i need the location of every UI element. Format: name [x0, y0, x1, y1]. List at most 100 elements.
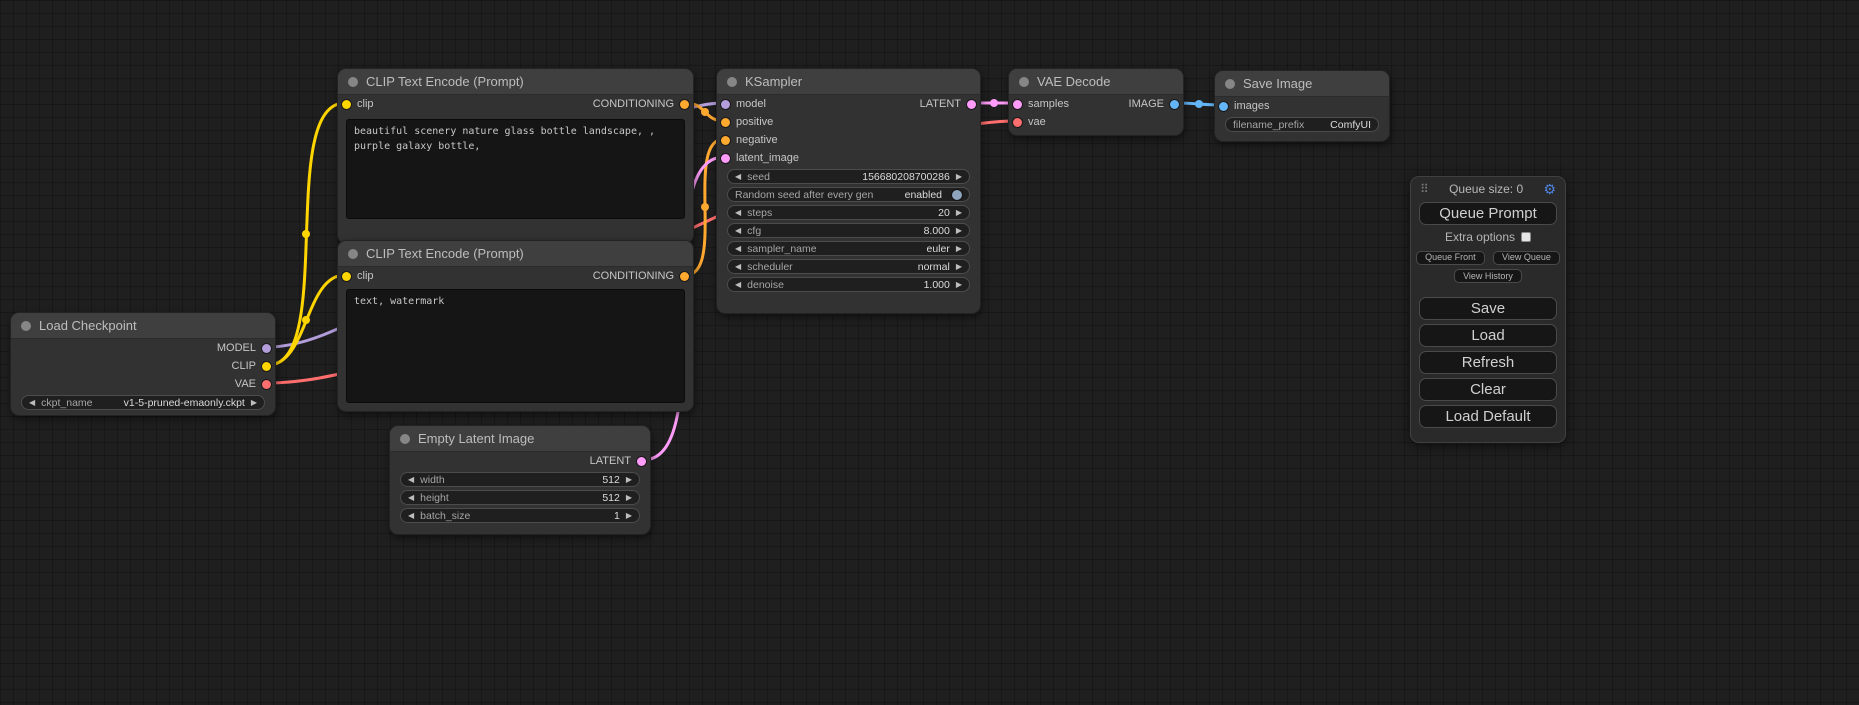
input-port-model[interactable]: model [721, 98, 766, 110]
prompt-textarea[interactable]: text, watermark [346, 289, 685, 403]
widget-batch-size[interactable]: ◀ batch_size 1 ▶ [400, 508, 640, 523]
output-port-clip[interactable]: CLIP [232, 360, 271, 372]
output-port-vae[interactable]: VAE [235, 378, 271, 390]
node-title-bar[interactable]: Save Image [1215, 71, 1389, 97]
port-dot[interactable] [1219, 102, 1228, 111]
port-dot[interactable] [721, 154, 730, 163]
view-queue-button[interactable]: View Queue [1493, 251, 1560, 265]
port-dot[interactable] [721, 100, 730, 109]
node-vae-decode[interactable]: VAE Decode samples IMAGE vae [1008, 68, 1184, 136]
right-arrow-icon[interactable]: ▶ [956, 227, 962, 235]
port-dot[interactable] [721, 136, 730, 145]
right-arrow-icon[interactable]: ▶ [626, 512, 632, 520]
node-title-bar[interactable]: VAE Decode [1009, 69, 1183, 95]
collapse-dot-icon[interactable] [348, 249, 358, 259]
output-port-image[interactable]: IMAGE [1129, 98, 1179, 110]
port-dot[interactable] [1013, 100, 1022, 109]
queue-prompt-button[interactable]: Queue Prompt [1419, 202, 1557, 225]
input-port-clip[interactable]: clip [342, 270, 374, 282]
port-dot[interactable] [721, 118, 730, 127]
right-arrow-icon[interactable]: ▶ [956, 263, 962, 271]
left-arrow-icon[interactable]: ◀ [408, 494, 414, 502]
widget-seed[interactable]: ◀ seed 156680208700286 ▶ [727, 169, 970, 184]
left-arrow-icon[interactable]: ◀ [735, 263, 741, 271]
port-dot[interactable] [1170, 100, 1179, 109]
right-arrow-icon[interactable]: ▶ [956, 209, 962, 217]
node-title-bar[interactable]: CLIP Text Encode (Prompt) [338, 69, 693, 95]
right-arrow-icon[interactable]: ▶ [626, 494, 632, 502]
node-title-bar[interactable]: CLIP Text Encode (Prompt) [338, 241, 693, 267]
link-midpoint-dot[interactable] [701, 108, 709, 116]
node-title-bar[interactable]: KSampler [717, 69, 980, 95]
left-arrow-icon[interactable]: ◀ [408, 512, 414, 520]
link-midpoint-dot[interactable] [990, 99, 998, 107]
link-midpoint-dot[interactable] [701, 203, 709, 211]
refresh-button[interactable]: Refresh [1419, 351, 1557, 374]
collapse-dot-icon[interactable] [1225, 79, 1235, 89]
widget-filename-prefix[interactable]: filename_prefix ComfyUI [1225, 117, 1379, 132]
drag-handle-icon[interactable]: ⠿ [1420, 182, 1429, 196]
right-arrow-icon[interactable]: ▶ [956, 245, 962, 253]
widget-ckpt-name[interactable]: ◀ ckpt_name v1-5-pruned-emaonly.ckpt ▶ [21, 395, 265, 410]
right-arrow-icon[interactable]: ▶ [956, 173, 962, 181]
save-button[interactable]: Save [1419, 297, 1557, 320]
port-dot[interactable] [680, 272, 689, 281]
load-default-button[interactable]: Load Default [1419, 405, 1557, 428]
port-dot[interactable] [680, 100, 689, 109]
clear-button[interactable]: Clear [1419, 378, 1557, 401]
collapse-dot-icon[interactable] [21, 321, 31, 331]
prompt-textarea[interactable]: beautiful scenery nature glass bottle la… [346, 119, 685, 219]
collapse-dot-icon[interactable] [727, 77, 737, 87]
collapse-dot-icon[interactable] [1019, 77, 1029, 87]
widget-cfg[interactable]: ◀ cfg 8.000 ▶ [727, 223, 970, 238]
port-dot[interactable] [262, 380, 271, 389]
node-load-checkpoint[interactable]: Load Checkpoint MODEL CLIP VAE ◀ ckpt_na… [10, 312, 276, 416]
collapse-dot-icon[interactable] [348, 77, 358, 87]
port-dot[interactable] [342, 272, 351, 281]
output-port-model[interactable]: MODEL [217, 342, 271, 354]
input-port-latent-image[interactable]: latent_image [721, 152, 799, 164]
comfy-menu-panel[interactable]: ⠿ Queue size: 0 ⚙ Queue Prompt Extra opt… [1410, 176, 1566, 443]
link-midpoint-dot[interactable] [302, 230, 310, 238]
comfyui-canvas[interactable]: { "colors": { "model": "#B39DDB", "clip"… [0, 0, 1859, 705]
left-arrow-icon[interactable]: ◀ [735, 281, 741, 289]
port-dot[interactable] [342, 100, 351, 109]
load-button[interactable]: Load [1419, 324, 1557, 347]
left-arrow-icon[interactable]: ◀ [735, 209, 741, 217]
input-port-clip[interactable]: clip [342, 98, 374, 110]
output-port-latent[interactable]: LATENT [920, 98, 976, 110]
port-dot[interactable] [1013, 118, 1022, 127]
toggle-dot-icon[interactable] [952, 190, 962, 200]
widget-denoise[interactable]: ◀ denoise 1.000 ▶ [727, 277, 970, 292]
left-arrow-icon[interactable]: ◀ [735, 227, 741, 235]
left-arrow-icon[interactable]: ◀ [735, 173, 741, 181]
port-dot[interactable] [262, 362, 271, 371]
node-save-image[interactable]: Save Image images filename_prefix ComfyU… [1214, 70, 1390, 142]
output-port-conditioning[interactable]: CONDITIONING [593, 98, 689, 110]
node-title-bar[interactable]: Empty Latent Image [390, 426, 650, 452]
node-title-bar[interactable]: Load Checkpoint [11, 313, 275, 339]
collapse-dot-icon[interactable] [400, 434, 410, 444]
link-midpoint-dot[interactable] [302, 316, 310, 324]
input-port-negative[interactable]: negative [721, 134, 778, 146]
widget-seed-control[interactable]: Random seed after every gen enabled [727, 187, 970, 202]
node-clip-text-encode-negative[interactable]: CLIP Text Encode (Prompt) clip CONDITION… [337, 240, 694, 412]
node-empty-latent-image[interactable]: Empty Latent Image LATENT ◀ width 512 ▶ … [389, 425, 651, 535]
extra-options-checkbox[interactable] [1521, 232, 1531, 242]
left-arrow-icon[interactable]: ◀ [735, 245, 741, 253]
node-clip-text-encode-positive[interactable]: CLIP Text Encode (Prompt) clip CONDITION… [337, 68, 694, 244]
port-dot[interactable] [262, 344, 271, 353]
right-arrow-icon[interactable]: ▶ [251, 399, 257, 407]
left-arrow-icon[interactable]: ◀ [408, 476, 414, 484]
output-port-latent[interactable]: LATENT [590, 455, 646, 467]
widget-scheduler[interactable]: ◀ scheduler normal ▶ [727, 259, 970, 274]
left-arrow-icon[interactable]: ◀ [29, 399, 35, 407]
link-midpoint-dot[interactable] [1195, 100, 1203, 108]
input-port-images[interactable]: images [1219, 100, 1269, 112]
gear-icon[interactable]: ⚙ [1543, 182, 1556, 196]
widget-width[interactable]: ◀ width 512 ▶ [400, 472, 640, 487]
output-port-conditioning[interactable]: CONDITIONING [593, 270, 689, 282]
widget-height[interactable]: ◀ height 512 ▶ [400, 490, 640, 505]
input-port-positive[interactable]: positive [721, 116, 773, 128]
input-port-samples[interactable]: samples [1013, 98, 1069, 110]
